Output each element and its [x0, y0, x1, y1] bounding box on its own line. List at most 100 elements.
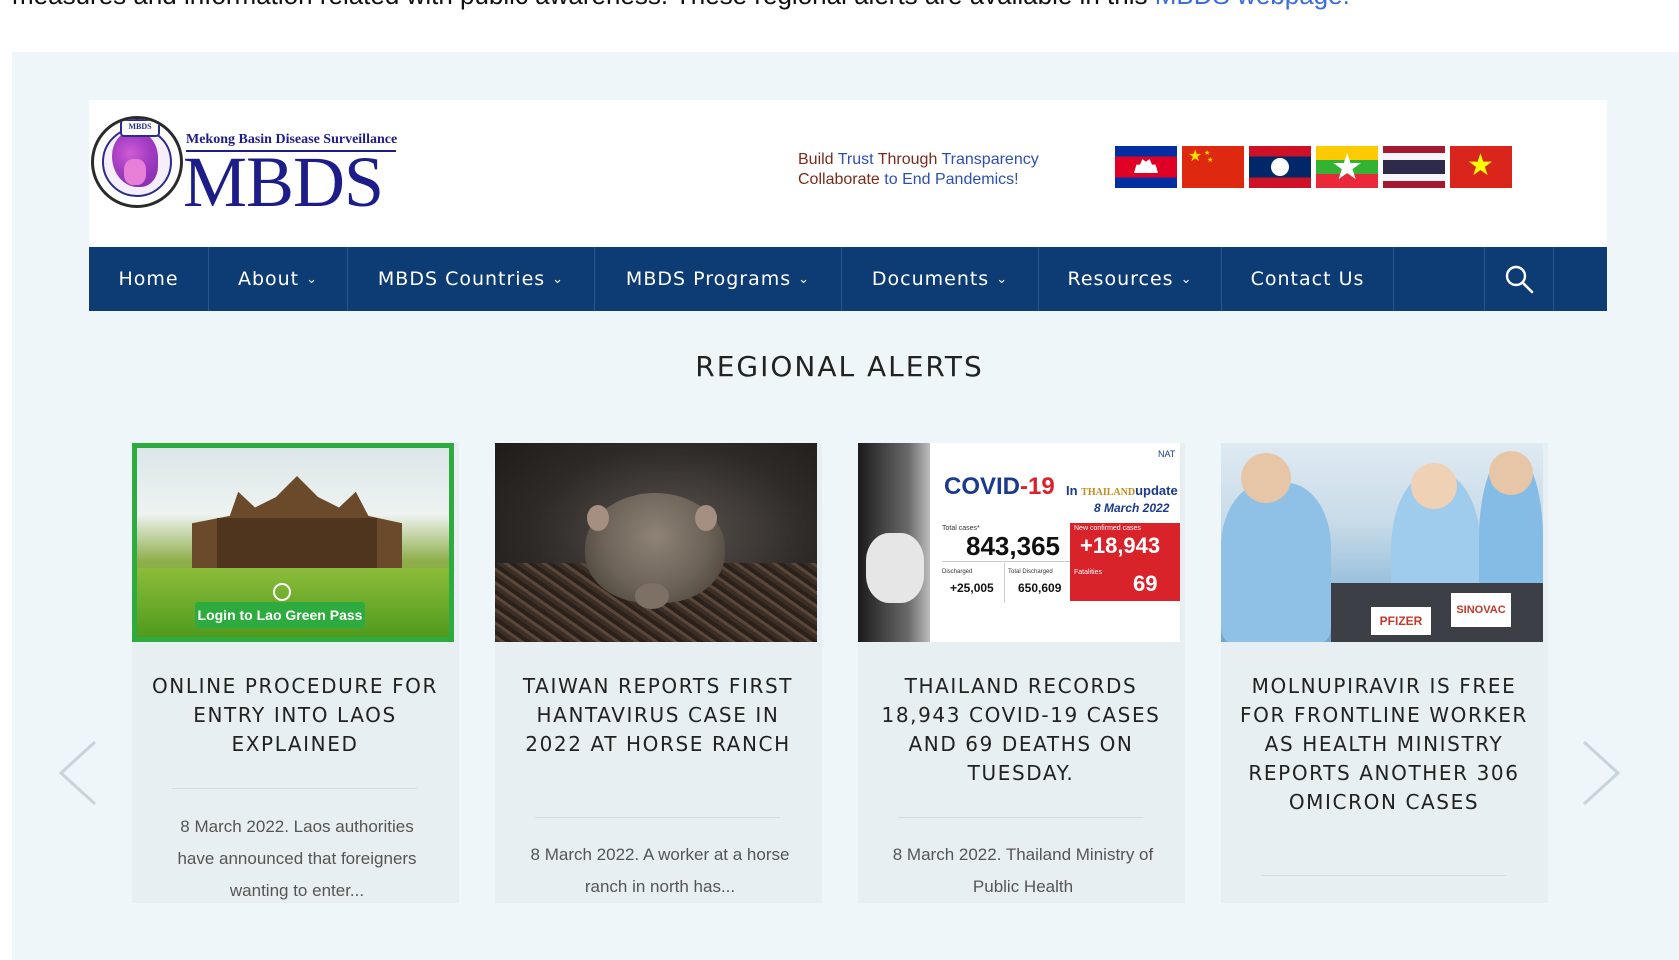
nat-label: NAT [1158, 449, 1176, 459]
thailand-flag-icon [1383, 146, 1445, 188]
search-button[interactable] [1485, 247, 1554, 311]
china-flag-icon: ★ ★ ★ [1182, 146, 1244, 188]
health-worker-head [1489, 451, 1533, 495]
discharged-label: Discharged [942, 569, 973, 575]
update-word: update [1135, 483, 1178, 498]
nav-documents-label: Documents [871, 268, 990, 290]
health-worker-head [1241, 453, 1291, 503]
chevron-down-icon: ⌄ [1180, 271, 1193, 287]
nav-home[interactable]: Home [89, 247, 209, 311]
health-worker [1221, 483, 1331, 642]
logo-title[interactable]: MBDS [183, 146, 384, 218]
intro-text: measures and information related with pu… [12, 0, 1350, 10]
card-divider [1261, 875, 1506, 876]
site-header: MBDS Mekong Basin Disease Surveillance M… [89, 100, 1607, 247]
card-title[interactable]: TAIWAN REPORTS FIRST HANTAVIRUS CASE IN … [513, 672, 803, 759]
card-image[interactable]: Login to Lao Green Pass [132, 443, 454, 642]
myanmar-flag-icon: ★ [1316, 146, 1378, 188]
nav-mbds-programs[interactable]: MBDS Programs ⌄ [595, 247, 842, 311]
nav-contact-label: Contact Us [1250, 268, 1365, 290]
section-title: REGIONAL ALERTS [695, 350, 984, 383]
mbds-website: MBDS Mekong Basin Disease Surveillance M… [89, 100, 1607, 312]
sinovac-label: SINOVAC [1451, 593, 1511, 627]
face-mask [866, 533, 924, 603]
alert-card[interactable]: TAIWAN REPORTS FIRST HANTAVIRUS CASE IN … [495, 443, 822, 903]
card-divider [898, 817, 1143, 818]
logo-ribbon: MBDS [120, 119, 160, 137]
carousel-next-arrow-icon[interactable] [1578, 740, 1624, 806]
nav-mbds-countries[interactable]: MBDS Countries ⌄ [348, 247, 595, 311]
card-image[interactable]: NAT COVID-19 In THAILANDupdate 8 March 2… [858, 443, 1180, 642]
card-excerpt: 8 March 2022. Laos authorities have anno… [177, 817, 417, 900]
chevron-down-icon: ⌄ [552, 271, 565, 287]
total-discharged-label: Total Discharged [1008, 569, 1053, 575]
card-title[interactable]: THAILAND RECORDS 18,943 COVID-19 CASES A… [876, 672, 1166, 788]
infographic-date: 8 March 2022 [1094, 501, 1170, 515]
nav-spacer [1394, 247, 1485, 311]
nav-contact-us[interactable]: Contact Us [1222, 247, 1394, 311]
slogan-word: Build [798, 151, 838, 168]
rat-snout [635, 583, 669, 609]
slogan-word: Trust [837, 151, 874, 168]
card-excerpt: 8 March 2022. Thailand Ministry of Publi… [892, 845, 1154, 896]
card-title[interactable]: ONLINE PROCEDURE FOR ENTRY INTO LAOS EXP… [150, 672, 440, 759]
slogan-word: Through [873, 151, 942, 168]
rat-ear [695, 505, 717, 531]
covid-number: -19 [1020, 473, 1055, 500]
card-title[interactable]: MOLNUPIRAVIR IS FREE FOR FRONTLINE WORKE… [1239, 672, 1529, 817]
member-flags: ★ ★ ★ ★ ★ [1115, 146, 1512, 188]
nav-programs-label: MBDS Programs [625, 268, 792, 290]
nav-countries-label: MBDS Countries [377, 268, 546, 290]
card-divider [172, 788, 417, 789]
circle-icon [273, 583, 291, 601]
carousel-prev-arrow-icon[interactable] [55, 740, 101, 806]
vietnam-flag-icon: ★ [1450, 146, 1512, 188]
alert-card[interactable]: Login to Lao Green Pass ONLINE PROCEDURE… [132, 443, 459, 903]
card-excerpt: 8 March 2022. A worker at a horse ranch … [530, 845, 790, 896]
vaccine-boxes [1331, 583, 1543, 642]
slogan-word: to End Pandemics! [884, 171, 1019, 188]
laos-flag-icon [1249, 146, 1311, 188]
new-cases-value: +18,943 [1080, 533, 1161, 558]
fatalities-label: Fatalities [1074, 569, 1103, 576]
search-icon [1505, 265, 1534, 294]
slogan: Build Trust Through Transparency Collabo… [798, 150, 1039, 190]
health-worker-head [1411, 463, 1457, 509]
cambodia-flag-icon [1115, 146, 1177, 188]
card-image[interactable] [495, 443, 817, 642]
card-image[interactable]: PFIZER SINOVAC [1221, 443, 1543, 642]
chevron-down-icon: ⌄ [306, 271, 319, 287]
nav-resources[interactable]: Resources ⌄ [1039, 247, 1222, 311]
alert-card[interactable]: PFIZER SINOVAC MOLNUPIRAVIR IS FREE FOR … [1221, 443, 1548, 903]
in-word: In [1066, 483, 1082, 498]
new-cases-label: New confirmed cases [1074, 525, 1141, 532]
covid-heading: COVID-19 [944, 473, 1055, 501]
slogan-word: Transparency [941, 151, 1039, 168]
intro-sentence: measures and information related with pu… [12, 0, 1155, 10]
card-divider [535, 817, 780, 818]
slogan-word: Collaborate [798, 171, 885, 188]
fatalities-value: 69 [1133, 571, 1158, 596]
nav-about[interactable]: About ⌄ [209, 247, 348, 311]
discharged-value: +25,005 [950, 581, 994, 595]
nav-home-label: Home [118, 268, 179, 290]
alert-card[interactable]: NAT COVID-19 In THAILANDupdate 8 March 2… [858, 443, 1185, 903]
map-detail [124, 159, 146, 185]
update-heading: In THAILANDupdate [1066, 483, 1178, 498]
nav-about-label: About [237, 268, 300, 290]
chevron-down-icon: ⌄ [798, 271, 811, 287]
infographic-rule [1004, 563, 1005, 603]
covid-word: COVID [944, 473, 1021, 500]
total-cases-value: 843,365 [966, 531, 1060, 561]
nav-documents[interactable]: Documents ⌄ [842, 247, 1039, 311]
mbds-webpage-link[interactable]: MBDS webpage. [1155, 0, 1350, 10]
thailand-word: THAILAND [1081, 487, 1136, 498]
pfizer-label: PFIZER [1371, 607, 1431, 635]
main-nav: Home About ⌄ MBDS Countries ⌄ MBDS Program… [89, 247, 1607, 311]
nav-resources-label: Resources [1067, 268, 1174, 290]
login-green-pass-button: Login to Lao Green Pass [195, 602, 365, 628]
total-discharged-value: 650,609 [1018, 581, 1062, 595]
rat-ear [587, 505, 609, 531]
chevron-down-icon: ⌄ [996, 271, 1009, 287]
mbds-logo-emblem[interactable]: MBDS [91, 116, 183, 208]
